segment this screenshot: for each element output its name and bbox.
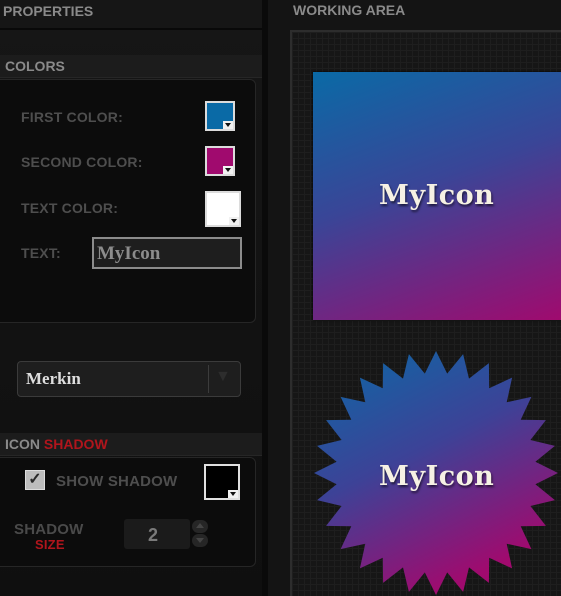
star-icon-text: MyIcon (379, 461, 495, 492)
second-color-label: SECOND COLOR: (21, 154, 143, 170)
chevron-down-icon (223, 121, 233, 129)
first-color-label: FIRST COLOR: (21, 109, 123, 125)
triangle-down-icon[interactable]: ▼ (215, 368, 231, 386)
show-shadow-checkbox[interactable]: ✓ (25, 470, 45, 490)
select-divider (208, 365, 209, 393)
shadow-title-part1: ICON (5, 436, 40, 452)
text-color-label: TEXT COLOR: (21, 200, 119, 216)
text-field-label: TEXT: (21, 245, 61, 261)
square-icon[interactable]: MyIcon (313, 72, 561, 320)
text-color-swatch[interactable] (205, 191, 241, 227)
chevron-down-icon (223, 166, 233, 174)
show-shadow-label: SHOW SHADOW (56, 473, 178, 490)
shadow-size-stepper[interactable]: 2 (124, 519, 208, 549)
header-divider (0, 28, 262, 30)
font-select[interactable]: Merkin ▼ (17, 361, 241, 397)
shadow-color-swatch[interactable] (204, 464, 240, 500)
decrement-arrow-icon[interactable] (192, 534, 208, 547)
chevron-down-icon (229, 217, 239, 225)
working-area-title: WORKING AREA (293, 2, 406, 18)
properties-title: PROPERTIES (3, 3, 94, 19)
font-select-value: Merkin (26, 369, 81, 388)
shadow-size-label-line1: SHADOW (14, 521, 84, 538)
icon-text-input[interactable] (92, 237, 242, 269)
square-icon-text: MyIcon (379, 180, 495, 211)
chevron-down-icon (228, 490, 238, 498)
increment-arrow-icon[interactable] (192, 520, 208, 533)
shadow-size-spinner[interactable] (190, 519, 210, 549)
panel-splitter (262, 0, 268, 596)
shadow-size-label-line2: SIZE (35, 537, 65, 552)
colors-section-title: COLORS (5, 58, 65, 74)
shadow-size-value: 2 (148, 525, 159, 545)
second-color-swatch[interactable] (205, 146, 235, 176)
checkmark-icon: ✓ (28, 471, 42, 488)
shadow-title-part2: SHADOW (43, 436, 108, 452)
first-color-swatch[interactable] (205, 101, 235, 131)
shadow-section-title: ICON SHADOW (5, 436, 108, 452)
